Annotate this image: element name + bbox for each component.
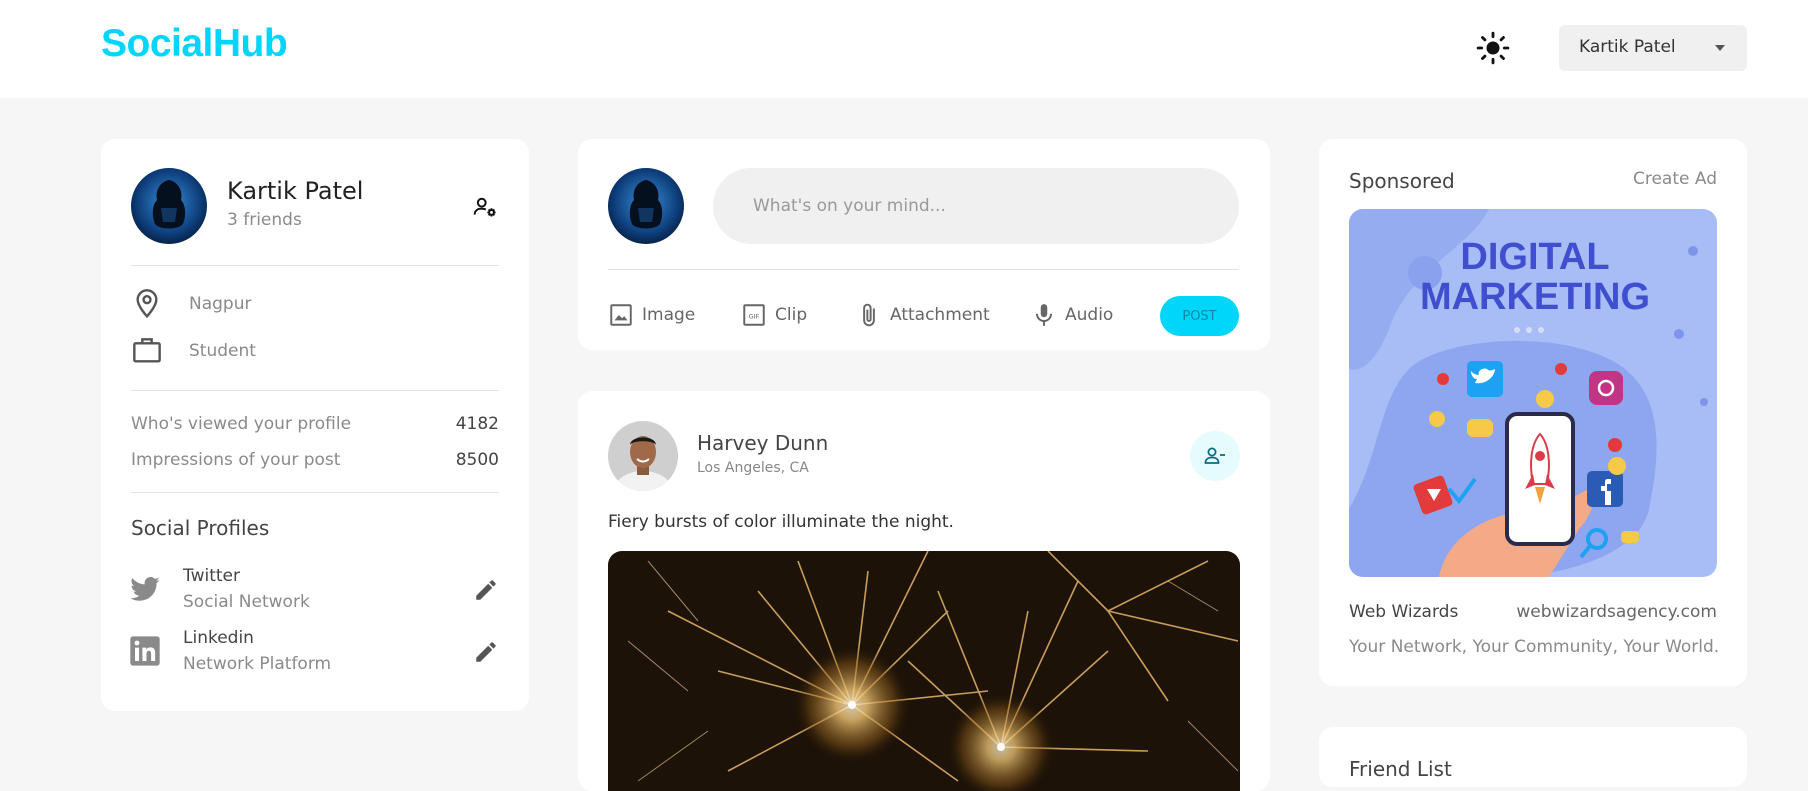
image-icon	[610, 304, 632, 326]
post-image-fireworks[interactable]	[608, 551, 1240, 791]
post-button[interactable]: POST	[1160, 296, 1239, 336]
ad-tagline: Your Network, Your Community, Your World…	[1349, 637, 1720, 657]
post-text-input[interactable]	[713, 168, 1239, 244]
gif-icon: GIF	[743, 304, 765, 326]
friend-list-title: Friend List	[1349, 757, 1452, 781]
pencil-icon	[476, 580, 496, 600]
top-navbar: SocialHub Kartik Patel	[0, 0, 1808, 98]
profile-occupation: Student	[189, 341, 256, 361]
add-image-button[interactable]: Image	[608, 301, 695, 329]
sponsored-title: Sponsored	[1349, 169, 1455, 193]
create-ad-link[interactable]: Create Ad	[1633, 169, 1717, 189]
social-linkedin-type: Network Platform	[183, 654, 332, 674]
sponsored-ad-image[interactable]: DIGITAL MARKETING	[1349, 209, 1717, 577]
caret-down-icon	[1715, 45, 1725, 51]
social-twitter-type: Social Network	[183, 592, 310, 612]
profile-name: Kartik Patel	[227, 177, 364, 205]
friend-list-card: Friend List	[1319, 727, 1747, 787]
add-image-label: Image	[642, 305, 696, 325]
profile-divider	[131, 265, 499, 266]
add-audio-button[interactable]: Audio	[1031, 301, 1113, 329]
social-profiles-title: Social Profiles	[131, 516, 270, 540]
composer-avatar	[608, 168, 684, 244]
user-menu-select[interactable]: Kartik Patel	[1559, 25, 1747, 71]
post-author-location: Los Angeles, CA	[697, 460, 809, 476]
location-pin-icon	[136, 289, 158, 319]
profile-divider	[131, 390, 499, 391]
profile-views-value: 4182	[455, 414, 499, 434]
user-menu-name: Kartik Patel	[1579, 37, 1676, 57]
feed-post: Harvey Dunn Los Angeles, CA Fiery bursts…	[578, 391, 1270, 791]
profile-friends-count: 3 friends	[227, 210, 302, 230]
ad-headline-1: DIGITAL	[1460, 236, 1609, 278]
paperclip-icon	[863, 303, 875, 327]
add-clip-label: Clip	[775, 305, 808, 325]
user-settings-icon	[473, 197, 496, 217]
add-audio-label: Audio	[1065, 305, 1114, 325]
sun-icon	[1476, 31, 1510, 65]
post-author-avatar[interactable]	[608, 421, 678, 491]
linkedin-icon	[130, 636, 160, 666]
microphone-icon	[1035, 304, 1053, 326]
edit-twitter-button[interactable]	[473, 577, 499, 603]
social-twitter-name: Twitter	[183, 566, 240, 586]
ad-headline-2: MARKETING	[1420, 276, 1650, 318]
remove-friend-button[interactable]	[1190, 431, 1240, 481]
profile-views-label: Who's viewed your profile	[131, 414, 352, 434]
briefcase-icon	[133, 338, 161, 363]
profile-avatar[interactable]	[131, 168, 207, 244]
post-author-name[interactable]: Harvey Dunn	[697, 431, 828, 455]
post-impressions-value: 8500	[455, 450, 499, 470]
post-impressions-label: Impressions of your post	[131, 450, 341, 470]
person-remove-icon	[1204, 447, 1225, 464]
post-composer: Image GIF Clip Attachment Audio POST	[578, 139, 1270, 350]
sponsored-card: Sponsored Create Ad DIGITAL MARKETING We…	[1319, 139, 1747, 686]
pencil-icon	[476, 642, 496, 662]
profile-divider	[131, 492, 499, 493]
svg-text:GIF: GIF	[749, 312, 760, 320]
composer-divider	[608, 269, 1239, 270]
ad-company-name: Web Wizards	[1349, 602, 1459, 622]
manage-account-button[interactable]	[472, 194, 498, 220]
app-logo[interactable]: SocialHub	[101, 22, 288, 66]
theme-toggle-button[interactable]	[1476, 31, 1510, 65]
profile-card: Kartik Patel 3 friends Nagpur Student Wh…	[101, 139, 529, 711]
post-text: Fiery bursts of color illuminate the nig…	[608, 512, 954, 532]
add-clip-button[interactable]: GIF Clip	[741, 301, 807, 329]
add-attachment-button[interactable]: Attachment	[856, 301, 990, 329]
add-attachment-label: Attachment	[890, 305, 990, 325]
profile-location: Nagpur	[189, 294, 252, 314]
twitter-icon	[130, 577, 160, 601]
ad-website-link[interactable]: webwizardsagency.com	[1516, 602, 1717, 622]
social-linkedin-name: Linkedin	[183, 628, 254, 648]
edit-linkedin-button[interactable]	[473, 639, 499, 665]
